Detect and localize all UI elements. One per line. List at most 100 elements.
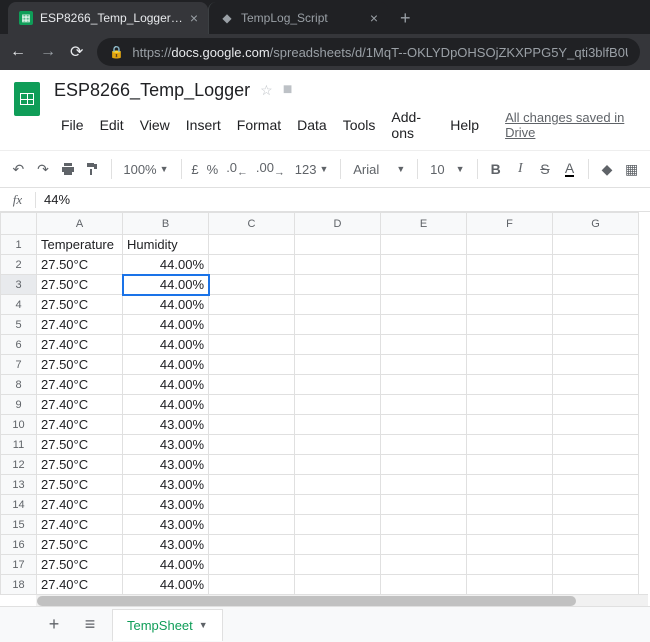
back-button[interactable]: ← [10,43,26,61]
cell[interactable] [295,235,381,255]
cell[interactable] [295,435,381,455]
cell[interactable] [295,375,381,395]
cell[interactable]: 44.00% [123,555,209,575]
url-input[interactable]: 🔒 https://docs.google.com/spreadsheets/d… [97,38,640,66]
row-header[interactable]: 8 [1,375,37,395]
cell[interactable] [467,375,553,395]
sheets-logo-icon[interactable] [8,78,46,128]
cell[interactable]: 27.40°C [37,395,123,415]
cell[interactable] [381,575,467,595]
cell[interactable]: 27.40°C [37,495,123,515]
cell[interactable] [381,335,467,355]
cell[interactable] [553,455,639,475]
row-header[interactable]: 9 [1,395,37,415]
cell[interactable]: 27.50°C [37,455,123,475]
cell[interactable]: 44.00% [123,575,209,595]
close-icon[interactable]: × [190,10,198,26]
cell[interactable] [467,475,553,495]
cell[interactable] [467,275,553,295]
reload-button[interactable]: ⟳ [70,42,83,62]
bold-button[interactable]: B [485,157,506,181]
redo-button[interactable]: ↷ [33,157,54,181]
menu-tools[interactable]: Tools [336,114,383,136]
cell[interactable] [209,335,295,355]
cell[interactable] [467,515,553,535]
row-header[interactable]: 6 [1,335,37,355]
menu-edit[interactable]: Edit [93,114,131,136]
cell[interactable] [295,395,381,415]
print-button[interactable] [57,157,78,181]
cell[interactable]: 27.40°C [37,575,123,595]
star-icon[interactable]: ☆ [260,82,273,99]
cell[interactable] [553,535,639,555]
menu-data[interactable]: Data [290,114,334,136]
spreadsheet-grid[interactable]: ABCDEFG1TemperatureHumidity227.50°C44.00… [0,212,650,606]
cell[interactable] [553,515,639,535]
row-header[interactable]: 13 [1,475,37,495]
cell[interactable]: Temperature [37,235,123,255]
document-title[interactable]: ESP8266_Temp_Logger [54,80,250,101]
menu-file[interactable]: File [54,114,91,136]
forward-button[interactable]: → [40,43,56,61]
cell[interactable] [553,575,639,595]
cell[interactable] [553,315,639,335]
cell[interactable] [467,555,553,575]
column-header[interactable]: A [37,213,123,235]
cell[interactable] [295,575,381,595]
cell[interactable] [295,475,381,495]
cell[interactable] [209,395,295,415]
cell[interactable] [467,295,553,315]
cell[interactable] [381,475,467,495]
cell[interactable] [467,315,553,335]
cell[interactable] [381,255,467,275]
cell[interactable] [467,355,553,375]
cell[interactable] [209,455,295,475]
cell[interactable] [295,255,381,275]
menu-insert[interactable]: Insert [179,114,228,136]
cell[interactable] [553,275,639,295]
cell[interactable] [381,455,467,475]
cell[interactable] [467,235,553,255]
cell[interactable] [381,495,467,515]
cell[interactable] [295,415,381,435]
cell[interactable] [381,375,467,395]
cell[interactable]: 27.40°C [37,415,123,435]
font-dropdown[interactable]: Arial▼ [349,162,409,177]
cell[interactable] [209,295,295,315]
cell[interactable]: 27.50°C [37,435,123,455]
cell[interactable] [381,515,467,535]
cell[interactable] [381,295,467,315]
cell[interactable]: 44.00% [123,255,209,275]
cell[interactable]: 44.00% [123,295,209,315]
browser-tab-inactive[interactable]: ◆ TempLog_Script × [208,2,388,34]
cell[interactable] [295,495,381,515]
cell[interactable] [209,475,295,495]
cell[interactable]: 27.50°C [37,535,123,555]
cell[interactable] [295,335,381,355]
row-header[interactable]: 17 [1,555,37,575]
cell[interactable] [553,295,639,315]
cell[interactable] [467,335,553,355]
cell[interactable] [553,355,639,375]
row-header[interactable]: 11 [1,435,37,455]
cell[interactable]: 43.00% [123,475,209,495]
menu-format[interactable]: Format [230,114,288,136]
row-header[interactable]: 7 [1,355,37,375]
borders-button[interactable]: ▦ [621,157,642,181]
cell[interactable]: 27.50°C [37,555,123,575]
row-header[interactable]: 10 [1,415,37,435]
save-status[interactable]: All changes saved in Drive [498,107,638,143]
cell[interactable] [553,255,639,275]
percent-button[interactable]: % [205,162,221,177]
cell[interactable] [295,535,381,555]
column-header[interactable]: E [381,213,467,235]
cell[interactable]: 43.00% [123,415,209,435]
cell[interactable]: 43.00% [123,435,209,455]
cell[interactable] [553,495,639,515]
cell[interactable]: 27.40°C [37,315,123,335]
row-header[interactable]: 16 [1,535,37,555]
cell[interactable]: 27.40°C [37,375,123,395]
font-size-dropdown[interactable]: 10▼ [426,162,468,177]
cell[interactable] [467,435,553,455]
fill-color-button[interactable]: ◆ [597,157,618,181]
